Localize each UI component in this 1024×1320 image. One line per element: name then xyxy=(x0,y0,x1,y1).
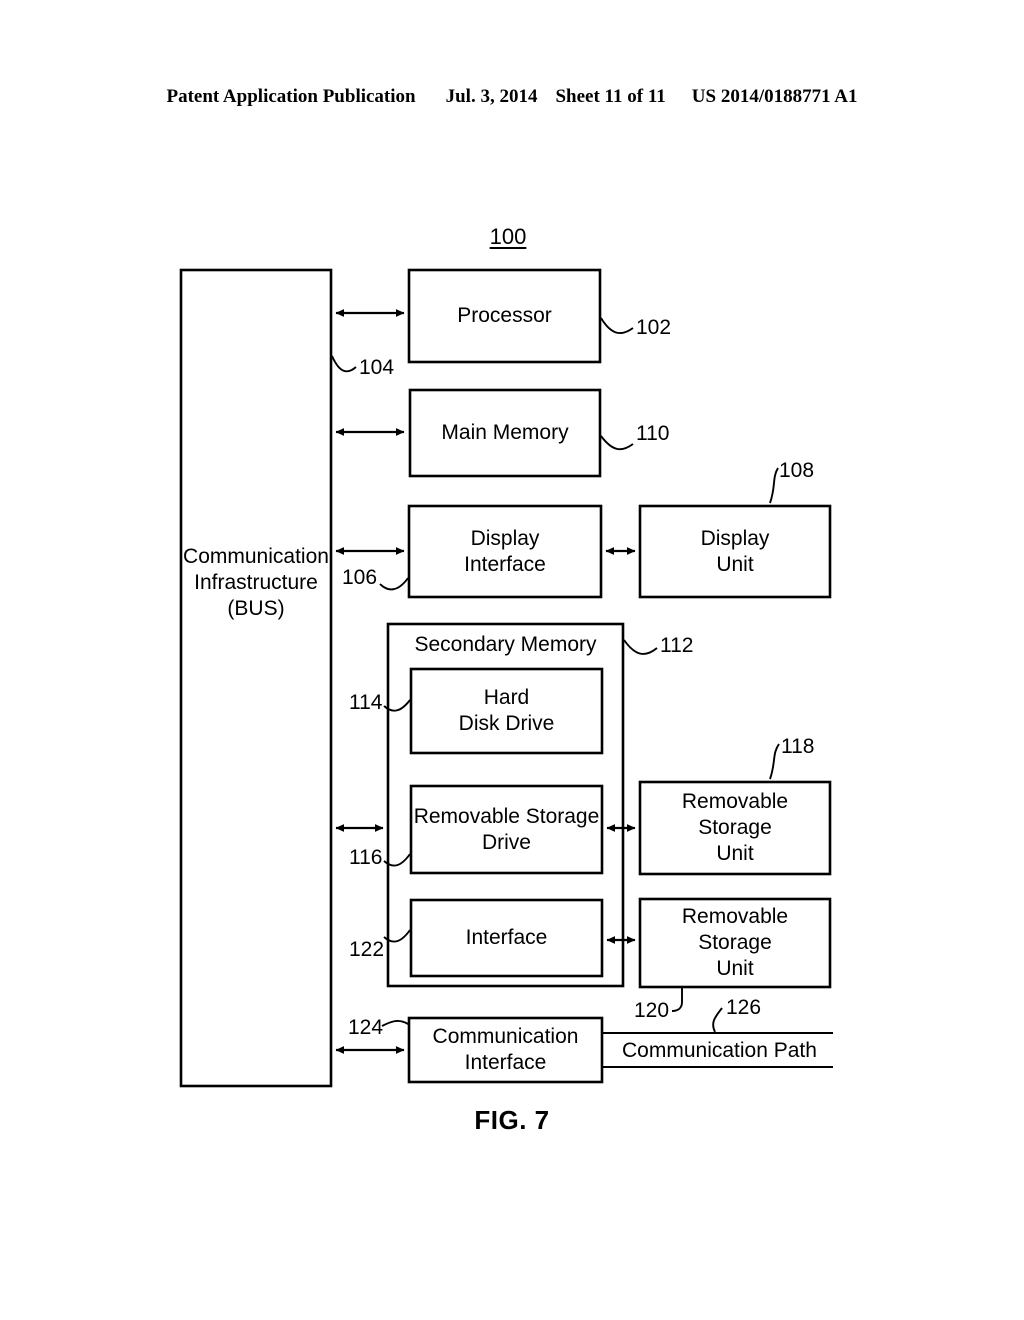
ref-numeral-108: 108 xyxy=(779,459,815,482)
leader-108 xyxy=(769,467,779,504)
communication-interface-label: Communication Interface xyxy=(432,1025,579,1074)
ref-numeral-104: 104 xyxy=(359,356,395,379)
hard-disk-drive-label: Hard Disk Drive xyxy=(458,686,555,735)
ref-numeral-106: 106 xyxy=(342,566,378,589)
ref-numeral-120: 120 xyxy=(634,999,670,1022)
main-memory-label: Main Memory xyxy=(441,421,569,444)
figure-title: FIG. 7 xyxy=(474,1105,550,1135)
removable-storage-unit-2-label: Removable Storage Unit xyxy=(681,905,789,980)
ref-numeral-122: 122 xyxy=(349,938,385,961)
processor-label: Processor xyxy=(457,304,552,327)
leader-124 xyxy=(381,1019,409,1027)
ref-numeral-110: 110 xyxy=(636,422,670,445)
leader-104 xyxy=(331,355,357,373)
bus-box-outline xyxy=(179,268,333,1088)
leader-118 xyxy=(769,743,780,780)
patent-figure-page: Patent Application Publication Jul. 3, 20… xyxy=(0,0,1024,1320)
leader-110 xyxy=(600,435,634,451)
secondary-memory-label: Secondary Memory xyxy=(414,633,597,656)
display-interface-label: Display Interface xyxy=(464,526,546,576)
interface-label: Interface xyxy=(465,926,548,949)
ref-numeral-116: 116 xyxy=(349,846,383,869)
ref-numeral-114: 114 xyxy=(349,691,383,714)
communication-path-label: Communication Path xyxy=(622,1039,817,1062)
bus-label: Communication Infrastructure (BUS) xyxy=(183,545,329,620)
display-unit-label: Display Unit xyxy=(700,526,770,576)
leader-102 xyxy=(600,317,634,335)
leader-106 xyxy=(379,577,409,591)
ref-numeral-112: 112 xyxy=(660,634,694,657)
removable-storage-unit-1-label: Removable Storage Unit xyxy=(681,790,789,865)
removable-storage-drive-label: Removable Storage Drive xyxy=(413,804,600,854)
ref-numeral-126: 126 xyxy=(726,996,762,1019)
leader-120 xyxy=(671,988,683,1012)
ref-numeral-102: 102 xyxy=(636,316,672,339)
leader-112 xyxy=(623,639,658,655)
leader-126 xyxy=(712,1007,723,1033)
ref-numeral-118: 118 xyxy=(781,735,815,758)
ref-numeral-124: 124 xyxy=(348,1016,384,1039)
